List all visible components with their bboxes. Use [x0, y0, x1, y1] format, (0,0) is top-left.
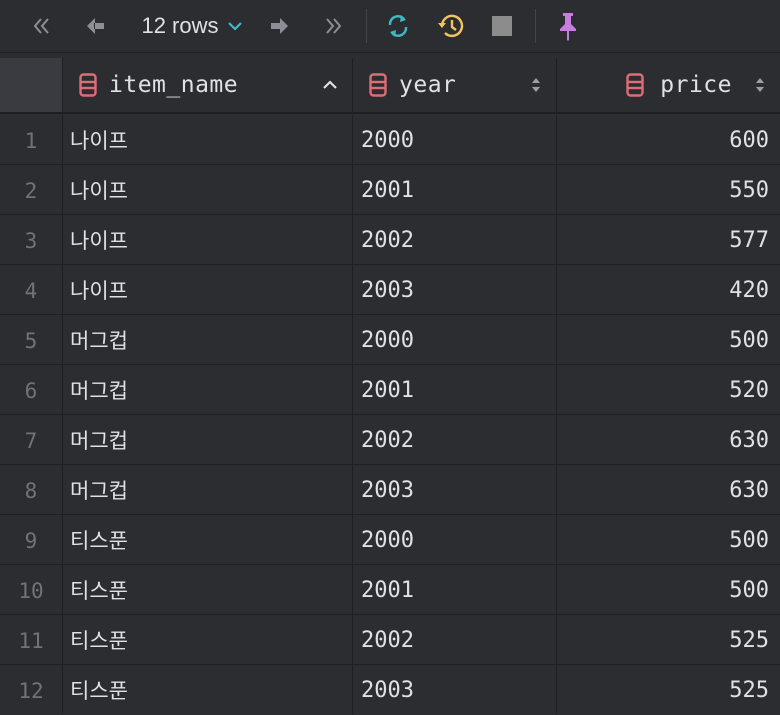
- cell-item-name[interactable]: 티스푼: [63, 665, 353, 714]
- table-row[interactable]: 12 티스푼 2003 525: [0, 665, 780, 715]
- table-row[interactable]: 3 나이프 2002 577: [0, 215, 780, 265]
- cell-year[interactable]: 2002: [353, 615, 557, 664]
- toolbar-separator: [366, 9, 367, 43]
- toolbar-separator: [535, 9, 536, 43]
- cell-item-name[interactable]: 티스푼: [63, 515, 353, 564]
- sort-both-icon[interactable]: [530, 58, 542, 112]
- row-number[interactable]: 2: [0, 165, 63, 214]
- cell-item-name[interactable]: 티스푼: [63, 565, 353, 614]
- column-title: year: [399, 72, 457, 98]
- cell-year[interactable]: 2000: [353, 315, 557, 364]
- row-number[interactable]: 10: [0, 565, 63, 614]
- column-title: price: [660, 72, 732, 98]
- row-number[interactable]: 3: [0, 215, 63, 264]
- previous-page-button[interactable]: [80, 8, 110, 44]
- cell-price[interactable]: 500: [557, 515, 780, 564]
- row-number[interactable]: 1: [0, 115, 63, 164]
- cell-item-name[interactable]: 머그컵: [63, 365, 353, 414]
- row-number[interactable]: 4: [0, 265, 63, 314]
- cell-item-name[interactable]: 나이프: [63, 265, 353, 314]
- cell-year[interactable]: 2000: [353, 515, 557, 564]
- row-number[interactable]: 9: [0, 515, 63, 564]
- table-row[interactable]: 10 티스푼 2001 500: [0, 565, 780, 615]
- column-header-item-name[interactable]: item_name: [63, 58, 353, 114]
- table-row[interactable]: 4 나이프 2003 420: [0, 265, 780, 315]
- previous-page-icon: [87, 18, 104, 34]
- refresh-icon: [388, 15, 408, 37]
- cell-item-name[interactable]: 머그컵: [63, 315, 353, 364]
- column-header-year[interactable]: year: [353, 58, 557, 114]
- result-toolbar: 12 rows: [0, 0, 780, 53]
- cell-price[interactable]: 500: [557, 315, 780, 364]
- cell-price[interactable]: 520: [557, 365, 780, 414]
- cell-year[interactable]: 2001: [353, 365, 557, 414]
- table-row[interactable]: 5 머그컵 2000 500: [0, 315, 780, 365]
- last-page-button[interactable]: [318, 8, 348, 44]
- cell-price[interactable]: 525: [557, 665, 780, 714]
- first-page-button[interactable]: [26, 8, 58, 44]
- column-icon: [626, 73, 644, 97]
- next-page-icon: [271, 18, 288, 34]
- cell-price[interactable]: 600: [557, 115, 780, 164]
- cell-item-name[interactable]: 나이프: [63, 165, 353, 214]
- column-icon: [79, 73, 97, 97]
- table-row[interactable]: 8 머그컵 2003 630: [0, 465, 780, 515]
- next-page-button[interactable]: [264, 8, 296, 44]
- cell-price[interactable]: 630: [557, 465, 780, 514]
- cell-year[interactable]: 2002: [353, 415, 557, 464]
- cell-item-name[interactable]: 머그컵: [63, 415, 353, 464]
- rows-dropdown-chevron-icon: [227, 22, 242, 31]
- column-header-price[interactable]: price: [557, 58, 780, 114]
- first-page-icon: [33, 18, 49, 34]
- cell-year[interactable]: 2001: [353, 565, 557, 614]
- table-row[interactable]: 7 머그컵 2002 630: [0, 415, 780, 465]
- history-button[interactable]: [434, 8, 468, 44]
- table-row[interactable]: 6 머그컵 2001 520: [0, 365, 780, 415]
- cell-year[interactable]: 2001: [353, 165, 557, 214]
- history-icon: [438, 14, 464, 38]
- stop-icon: [492, 16, 512, 36]
- cell-item-name[interactable]: 나이프: [63, 115, 353, 164]
- cell-item-name[interactable]: 티스푼: [63, 615, 353, 664]
- cell-item-name[interactable]: 나이프: [63, 215, 353, 264]
- cell-price[interactable]: 550: [557, 165, 780, 214]
- cell-price[interactable]: 525: [557, 615, 780, 664]
- cell-price[interactable]: 420: [557, 265, 780, 314]
- table-row[interactable]: 1 나이프 2000 600: [0, 115, 780, 165]
- stop-button[interactable]: [488, 8, 516, 44]
- cell-year[interactable]: 2002: [353, 215, 557, 264]
- cell-item-name[interactable]: 머그컵: [63, 465, 353, 514]
- cell-year[interactable]: 2000: [353, 115, 557, 164]
- row-number[interactable]: 11: [0, 615, 63, 664]
- cell-year[interactable]: 2003: [353, 665, 557, 714]
- sort-both-icon[interactable]: [754, 58, 766, 112]
- cell-price[interactable]: 630: [557, 415, 780, 464]
- table-row[interactable]: 2 나이프 2001 550: [0, 165, 780, 215]
- sort-ascending-icon[interactable]: [322, 58, 338, 112]
- row-number[interactable]: 7: [0, 415, 63, 464]
- table-row[interactable]: 11 티스푼 2002 525: [0, 615, 780, 665]
- row-number[interactable]: 5: [0, 315, 63, 364]
- last-page-icon: [326, 18, 342, 34]
- cell-year[interactable]: 2003: [353, 465, 557, 514]
- pin-tab-button[interactable]: [552, 8, 584, 44]
- row-number[interactable]: 12: [0, 665, 63, 714]
- pin-icon: [560, 13, 576, 41]
- row-number[interactable]: 6: [0, 365, 63, 414]
- select-all-corner[interactable]: [0, 58, 63, 114]
- column-title: item_name: [109, 72, 239, 98]
- rows-count-dropdown[interactable]: 12 rows: [134, 8, 250, 44]
- rows-count-label: 12 rows: [141, 13, 219, 38]
- row-number[interactable]: 8: [0, 465, 63, 514]
- column-icon: [369, 73, 387, 97]
- cell-price[interactable]: 500: [557, 565, 780, 614]
- cell-price[interactable]: 577: [557, 215, 780, 264]
- refresh-button[interactable]: [382, 8, 414, 44]
- cell-year[interactable]: 2003: [353, 265, 557, 314]
- table-row[interactable]: 9 티스푼 2000 500: [0, 515, 780, 565]
